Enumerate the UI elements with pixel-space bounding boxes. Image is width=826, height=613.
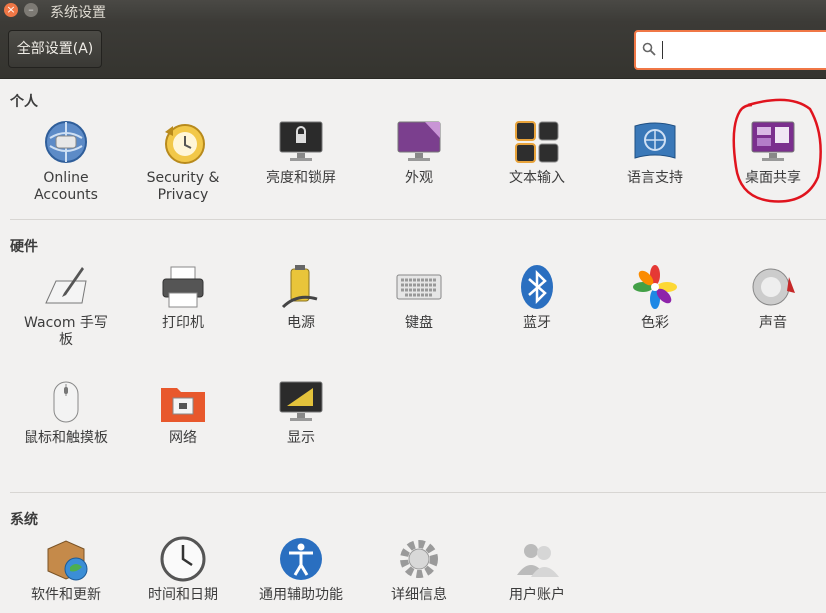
item-label: 详细信息 [391, 587, 447, 603]
section-system: 系统 [10, 512, 38, 528]
item-label: 打印机 [162, 315, 204, 331]
universal-access-icon [280, 538, 322, 580]
item-label: Security & Privacy [146, 170, 220, 203]
wacom-tablet-icon [45, 267, 87, 304]
item-power[interactable]: 电源 [242, 263, 360, 332]
security-privacy-icon [165, 124, 205, 164]
toolbar: 全部设置(A) [0, 22, 826, 79]
item-label: 亮度和锁屏 [266, 170, 336, 186]
display-icon [279, 381, 323, 421]
item-label: 鼠标和触摸板 [24, 430, 108, 446]
text-caret [662, 41, 663, 59]
item-text-entry[interactable]: 文本输入 [478, 118, 596, 187]
item-online-accounts[interactable]: Online Accounts [7, 118, 125, 204]
item-language-support[interactable]: 语言支持 [596, 118, 714, 187]
item-label: Online Accounts [34, 170, 98, 203]
network-icon [161, 388, 205, 422]
item-label: 外观 [405, 170, 433, 186]
title-bar: × – 系统设置 [0, 0, 826, 22]
item-label: 显示 [287, 430, 315, 446]
item-label: 软件和更新 [31, 587, 101, 603]
section-hardware: 硬件 [10, 239, 38, 255]
item-label: 用户账户 [509, 587, 565, 603]
item-label: 语言支持 [627, 170, 683, 186]
search-icon [642, 42, 656, 56]
power-icon [281, 265, 318, 309]
all-settings-button[interactable]: 全部设置(A) [8, 30, 102, 68]
item-network[interactable]: 网络 [124, 378, 242, 447]
item-label: 桌面共享 [745, 170, 801, 186]
item-label: 键盘 [405, 315, 433, 331]
item-appearance[interactable]: 外观 [360, 118, 478, 187]
item-mouse-touchpad[interactable]: 鼠标和触摸板 [7, 378, 125, 447]
item-printer[interactable]: 打印机 [124, 263, 242, 332]
item-label: 文本输入 [509, 170, 565, 186]
online-accounts-icon [45, 121, 87, 163]
time-date-icon [160, 536, 206, 582]
brightness-lock-icon [279, 121, 323, 161]
sound-icon [752, 268, 795, 306]
item-details[interactable]: 详细信息 [360, 535, 478, 604]
details-icon [400, 540, 438, 578]
desktop-sharing-icon [751, 121, 795, 161]
window-title: 系统设置 [50, 5, 106, 21]
item-user-accounts[interactable]: 用户账户 [478, 535, 596, 604]
item-label: 时间和日期 [148, 587, 218, 603]
item-label: 通用辅助功能 [259, 587, 343, 603]
item-desktop-sharing[interactable]: 桌面共享 [714, 118, 826, 187]
mouse-touchpad-icon [53, 381, 79, 423]
close-icon[interactable]: × [4, 3, 18, 17]
minimize-icon[interactable]: – [24, 3, 38, 17]
item-label: 声音 [759, 315, 787, 331]
printer-icon [162, 266, 204, 308]
section-personal: 个人 [10, 94, 38, 110]
item-software-updates[interactable]: 软件和更新 [7, 535, 125, 604]
keyboard-icon [396, 274, 442, 300]
text-entry-icon [515, 121, 559, 163]
item-label: 蓝牙 [523, 315, 551, 331]
search-input[interactable] [634, 30, 826, 70]
language-support-icon [634, 122, 676, 159]
item-label: 网络 [169, 430, 197, 446]
item-bluetooth[interactable]: 蓝牙 [478, 263, 596, 332]
divider [10, 219, 826, 220]
color-icon [633, 265, 677, 309]
item-wacom-tablet[interactable]: Wacom 手写 板 [7, 263, 125, 349]
item-color[interactable]: 色彩 [596, 263, 714, 332]
item-display[interactable]: 显示 [242, 378, 360, 447]
item-brightness-lock[interactable]: 亮度和锁屏 [242, 118, 360, 187]
item-label: 色彩 [641, 315, 669, 331]
user-accounts-icon [517, 544, 559, 577]
item-label: 电源 [287, 315, 315, 331]
item-sound[interactable]: 声音 [714, 263, 826, 332]
item-universal-access[interactable]: 通用辅助功能 [242, 535, 360, 604]
item-keyboard[interactable]: 键盘 [360, 263, 478, 332]
appearance-icon [397, 121, 441, 161]
item-security-privacy[interactable]: Security & Privacy [124, 118, 242, 204]
bluetooth-icon [521, 265, 553, 309]
divider [10, 492, 826, 493]
item-label: Wacom 手写 板 [24, 315, 108, 348]
item-time-date[interactable]: 时间和日期 [124, 535, 242, 604]
software-updates-icon [47, 540, 88, 581]
